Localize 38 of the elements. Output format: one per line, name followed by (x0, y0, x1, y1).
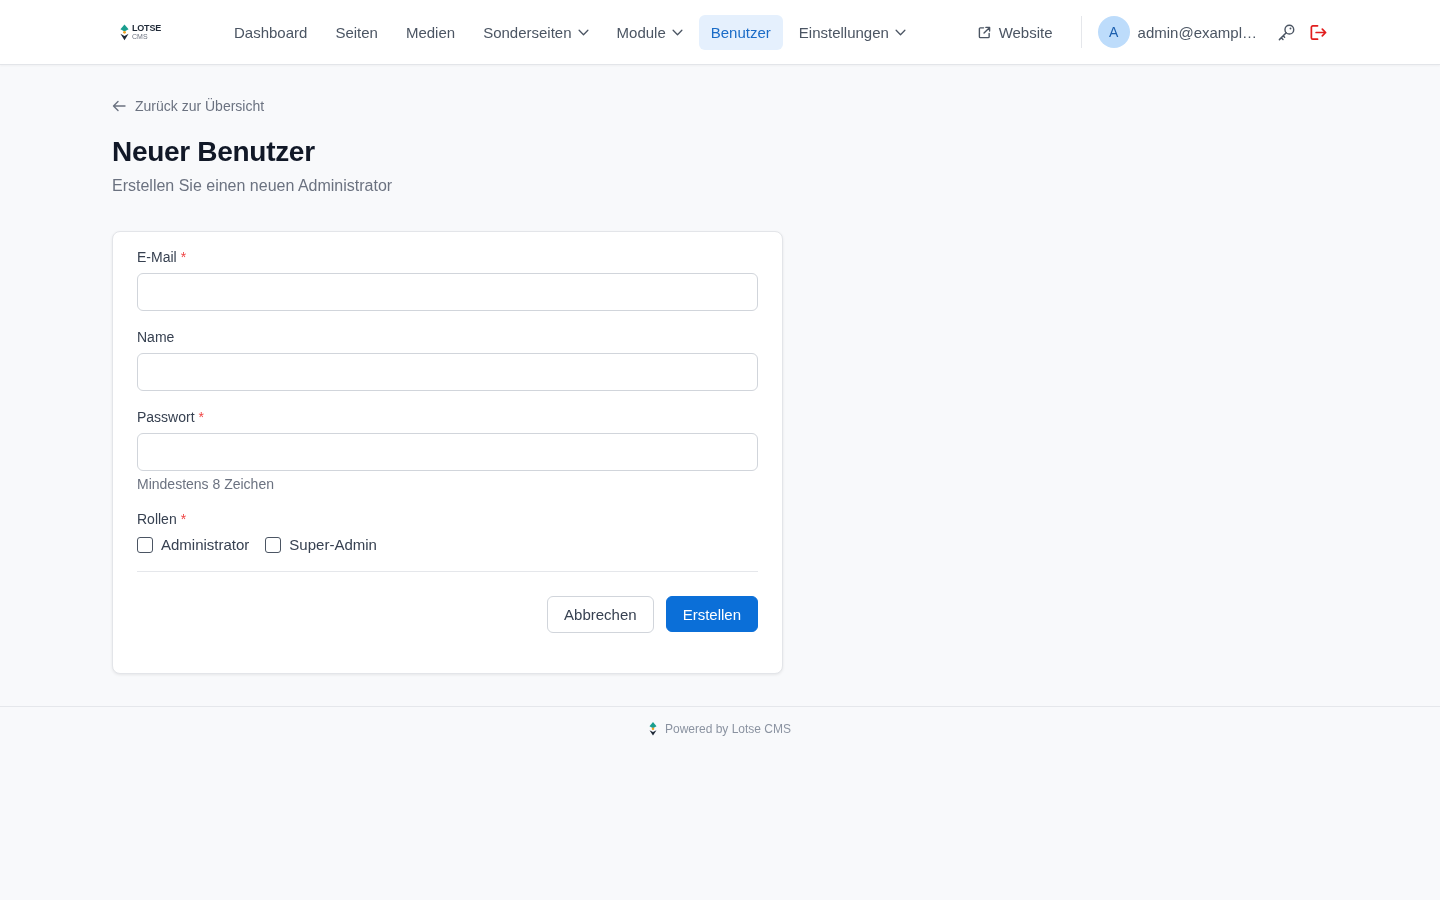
nav-item[interactable]: Seiten (323, 14, 390, 50)
field-label: E-Mail (137, 248, 177, 267)
input-field[interactable] (137, 353, 758, 391)
back-link[interactable]: Zurück zur Übersicht (112, 97, 265, 115)
nav-item[interactable]: Sonderseiten (471, 14, 601, 50)
submit-button[interactable]: Erstellen (665, 596, 758, 632)
key-icon[interactable] (1277, 22, 1296, 42)
input-field[interactable] (137, 273, 758, 311)
required-mark: * (180, 510, 187, 529)
nav-item[interactable]: Medien (393, 14, 468, 50)
required-mark: * (180, 248, 187, 267)
page-subtitle: Erstellen Sie einen neuen Administrator (112, 176, 393, 196)
input-field[interactable] (137, 433, 758, 471)
logout-icon[interactable] (1309, 22, 1328, 42)
external-link-icon (977, 25, 991, 39)
footer-text: Powered by Lotse CMS (664, 722, 792, 736)
nav-item[interactable]: Einstellungen (786, 14, 918, 50)
required-mark: * (198, 408, 205, 427)
nav-item[interactable]: Benutzer (698, 14, 783, 50)
website-link[interactable]: Website (965, 15, 1065, 49)
checkbox[interactable] (137, 537, 153, 553)
field-label: Name (137, 328, 175, 347)
cancel-button[interactable]: Abbrechen (547, 596, 654, 633)
logo-icon (120, 23, 129, 41)
nav-item[interactable]: Dashboard (222, 14, 320, 50)
page-title: Neuer Benutzer (112, 135, 315, 169)
arrow-left-icon (112, 100, 126, 112)
user-email: admin@exampl… (1137, 23, 1257, 41)
logo-icon (648, 722, 657, 736)
field-hint: Mindestens 8 Zeichen (137, 475, 274, 493)
checkbox[interactable] (265, 537, 282, 553)
field-label: Rollen (137, 510, 177, 529)
checkbox-label: Super-Admin (289, 535, 377, 555)
logo-wordmark: LOTSE (132, 24, 161, 33)
nav-item[interactable]: Module (604, 14, 695, 50)
field-label: Passwort (137, 408, 195, 427)
checkbox-label: Administrator (161, 535, 250, 555)
user-avatar[interactable]: A (1097, 16, 1130, 48)
